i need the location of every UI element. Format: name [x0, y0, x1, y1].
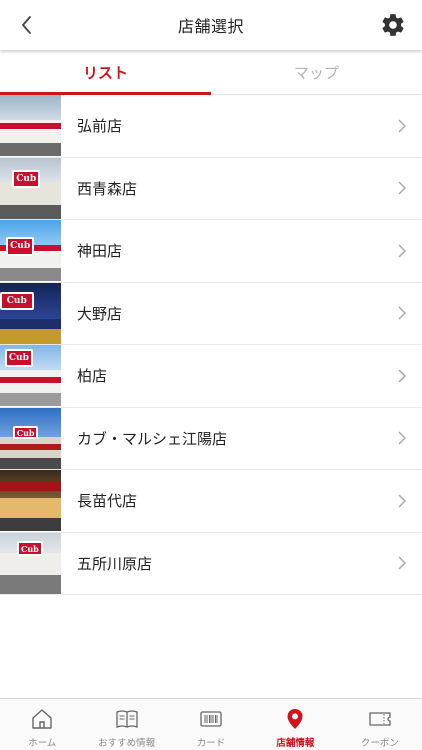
- chevron-left-icon: [22, 16, 31, 34]
- tab-list[interactable]: リスト: [0, 50, 211, 95]
- store-row[interactable]: 弘前店: [0, 95, 422, 158]
- chevron-right-icon: [382, 157, 422, 219]
- store-row[interactable]: Cub 神田店: [0, 220, 422, 283]
- store-name: 弘前店: [77, 117, 123, 136]
- home-icon: [32, 709, 52, 729]
- store-photo: [0, 95, 61, 157]
- chevron-right-icon: [382, 407, 422, 469]
- tab-map[interactable]: マップ: [211, 50, 422, 94]
- store-photo: Cub: [0, 345, 61, 407]
- store-name: 五所川原店: [77, 554, 153, 573]
- nav-label: カード: [196, 738, 226, 749]
- store-name: 大野店: [77, 304, 123, 323]
- chevron-right-icon: [382, 532, 422, 594]
- store-photo: Cub: [0, 220, 61, 282]
- settings-button[interactable]: [380, 12, 406, 38]
- nav-store-info[interactable]: 店舗情報: [253, 699, 337, 750]
- store-photo: Cub: [0, 532, 61, 594]
- nav-card[interactable]: カード: [169, 699, 253, 750]
- app-header: 店舗選択: [0, 0, 422, 50]
- page-title: 店舗選択: [177, 17, 244, 36]
- store-photo: [0, 470, 61, 532]
- store-row[interactable]: Cub カブ・マルシェ江陽店: [0, 407, 422, 470]
- chevron-right-icon: [382, 95, 422, 157]
- nav-label: ホーム: [28, 738, 57, 749]
- nav-coupon[interactable]: クーポン: [338, 699, 422, 750]
- store-list: 弘前店 Cub 西青森店 Cub 神田店 Cub 大野店 Cub 柏店 Cub …: [0, 95, 422, 595]
- store-photo: Cub: [0, 407, 61, 469]
- store-name: 長苗代店: [77, 492, 138, 511]
- bottom-nav: ホーム おすすめ情報 カード 店舗情報 クーポン: [0, 698, 422, 750]
- chevron-right-icon: [382, 470, 422, 532]
- store-row[interactable]: Cub 西青森店: [0, 157, 422, 220]
- nav-label: おすすめ情報: [98, 738, 156, 749]
- nav-recommend[interactable]: おすすめ情報: [84, 699, 168, 750]
- chevron-right-icon: [382, 220, 422, 282]
- map-pin-icon: [287, 709, 303, 729]
- book-icon: [115, 710, 138, 728]
- store-row[interactable]: Cub 柏店: [0, 345, 422, 408]
- store-name: 神田店: [77, 242, 123, 261]
- store-row[interactable]: Cub 大野店: [0, 282, 422, 345]
- nav-home[interactable]: ホーム: [0, 699, 84, 750]
- store-photo: Cub: [0, 157, 61, 219]
- coupon-icon: [369, 712, 391, 726]
- store-photo: Cub: [0, 282, 61, 344]
- chevron-right-icon: [382, 282, 422, 344]
- nav-label: クーポン: [360, 738, 399, 749]
- view-tabs: リスト マップ: [0, 50, 422, 95]
- store-name: カブ・マルシェ江陽店: [77, 429, 228, 448]
- chevron-right-icon: [382, 345, 422, 407]
- store-name: 柏店: [77, 367, 108, 386]
- store-row[interactable]: 長苗代店: [0, 470, 422, 533]
- store-row[interactable]: Cub 五所川原店: [0, 532, 422, 595]
- nav-label: 店舗情報: [276, 738, 315, 749]
- back-button[interactable]: [14, 12, 40, 38]
- barcode-card-icon: [200, 711, 222, 727]
- gear-icon: [382, 14, 404, 36]
- store-name: 西青森店: [77, 179, 138, 198]
